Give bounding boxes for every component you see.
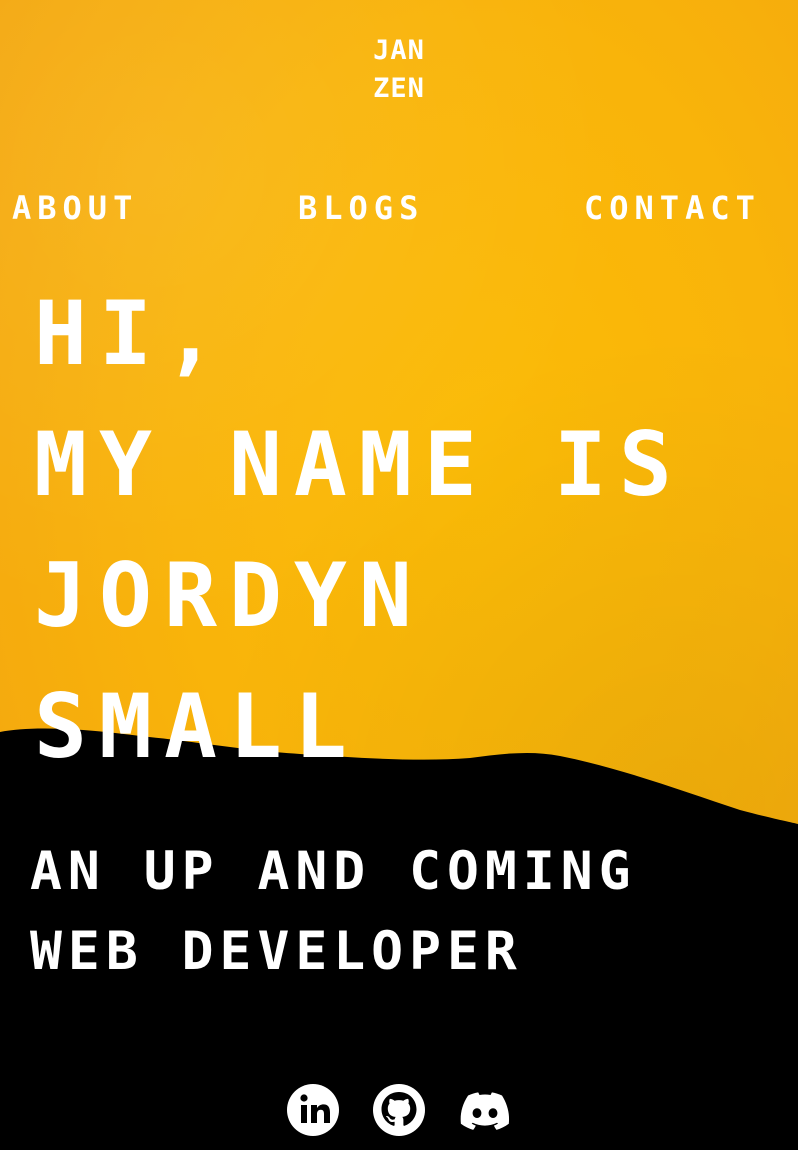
hero-line-2: MY NAME IS — [34, 413, 684, 516]
discord-link[interactable] — [457, 1082, 513, 1138]
site-logo[interactable]: JAN ZEN — [0, 32, 798, 108]
hero-line-4: SMALL — [34, 675, 359, 778]
social-links — [0, 1082, 798, 1138]
hero-line-3: JORDYN — [34, 544, 424, 647]
logo-line-1: JAN — [373, 35, 425, 66]
github-icon — [373, 1084, 425, 1136]
nav-link-blogs[interactable]: BLOGS — [298, 188, 424, 228]
subtitle-line-1: AN UP AND COMING — [30, 841, 637, 902]
subtitle-line-2: WEB DEVELOPER — [30, 921, 523, 982]
nav-link-about[interactable]: ABOUT — [12, 188, 138, 228]
linkedin-link[interactable] — [285, 1082, 341, 1138]
subtitle: AN UP AND COMING WEB DEVELOPER — [30, 832, 637, 992]
github-link[interactable] — [371, 1082, 427, 1138]
hero-line-1: HI, — [34, 282, 229, 385]
nav-link-contact[interactable]: CONTACT — [584, 188, 761, 228]
logo-line-2: ZEN — [373, 73, 425, 104]
discord-icon — [460, 1092, 510, 1130]
linkedin-icon — [287, 1084, 339, 1136]
hero-heading: HI, MY NAME IS JORDYN SMALL — [34, 268, 684, 792]
main-nav: ABOUT BLOGS CONTACT — [0, 188, 798, 228]
